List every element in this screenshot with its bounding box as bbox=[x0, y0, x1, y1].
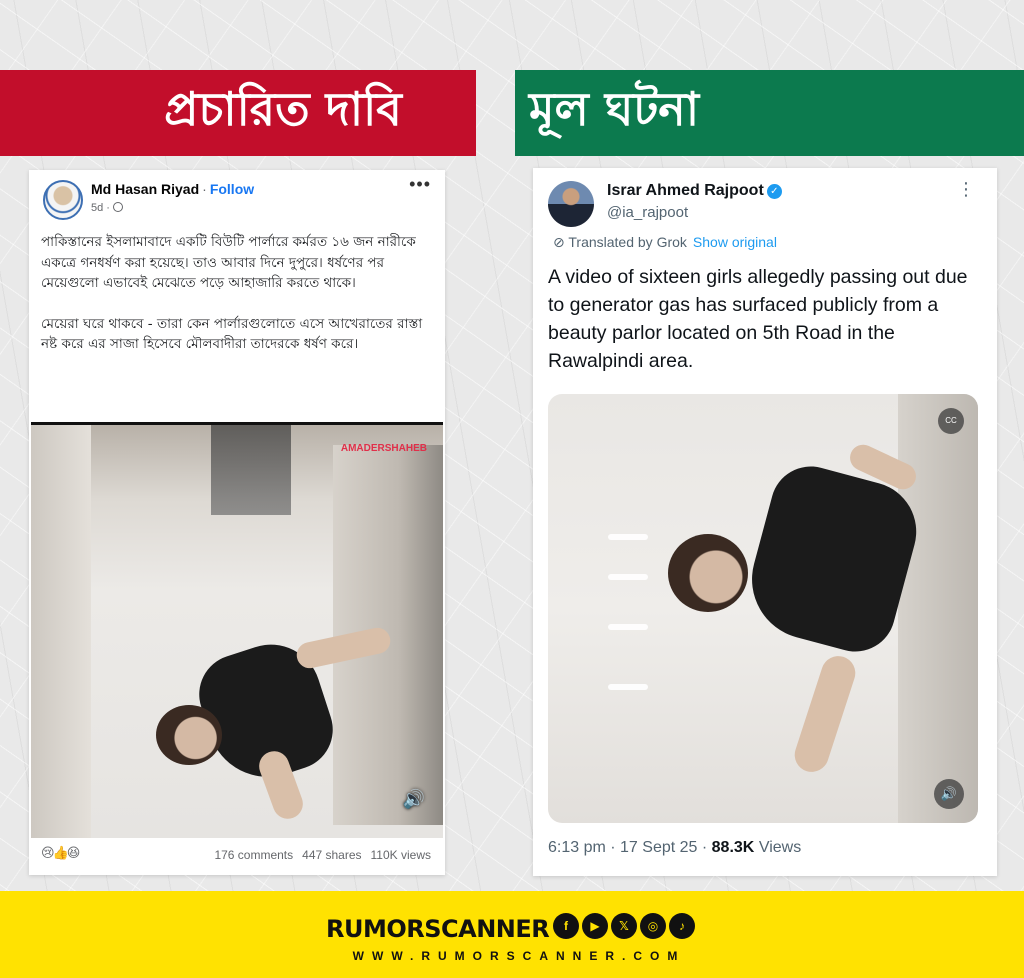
video-frame-wall bbox=[31, 425, 91, 838]
separator: · bbox=[202, 181, 207, 197]
floor-reflection bbox=[608, 574, 648, 580]
translated-label: Translated by Grok bbox=[568, 234, 687, 250]
post-paragraph: পাকিস্তানের ইসলামাবাদে একটি বিউটি পার্লা… bbox=[41, 234, 416, 291]
brand-logo: RUMORSCANNER bbox=[326, 915, 550, 943]
more-options-icon[interactable]: ••• bbox=[409, 174, 431, 195]
tweet-handle[interactable]: @ia_rajpoot bbox=[607, 204, 688, 221]
show-original-link[interactable]: Show original bbox=[693, 234, 777, 250]
reactions-icon[interactable]: 😢👍😆 bbox=[41, 845, 80, 861]
views-count: 110K views bbox=[370, 848, 431, 862]
tweet-text: A video of sixteen girls allegedly passi… bbox=[548, 266, 968, 372]
post-stats: 176 comments 447 shares 110K views bbox=[205, 848, 431, 862]
author-name[interactable]: Md Hasan Riyad bbox=[91, 181, 199, 197]
tweet-timestamp[interactable]: 6:13 pm · 17 Sept 25 · bbox=[548, 839, 707, 856]
tweet-card: Israr Ahmed Rajpoot ✓ @ia_rajpoot ⋮ ⊘ Tra… bbox=[533, 168, 997, 876]
avatar[interactable] bbox=[548, 181, 594, 227]
time-text: 5d · bbox=[91, 202, 110, 214]
tiktok-icon[interactable]: ♪ bbox=[669, 913, 695, 939]
follow-button[interactable]: Follow bbox=[210, 181, 254, 197]
more-options-icon[interactable]: ⋮ bbox=[957, 180, 975, 198]
captions-icon[interactable]: CC bbox=[938, 408, 964, 434]
volume-icon[interactable]: 🔊 bbox=[934, 779, 964, 809]
tweet-views-count: 88.3K bbox=[711, 839, 755, 856]
youtube-icon[interactable]: ▶ bbox=[582, 913, 608, 939]
video-frame-head bbox=[668, 534, 748, 612]
avatar[interactable] bbox=[43, 180, 83, 220]
instagram-icon[interactable]: ◎ bbox=[640, 913, 666, 939]
video-frame-arm bbox=[790, 651, 860, 777]
tweet-author-row: Israr Ahmed Rajpoot ✓ bbox=[607, 182, 782, 200]
translation-row: ⊘ Translated by Grok Show original bbox=[553, 234, 777, 251]
post-video[interactable]: AMADERSHAHEB 🔊 bbox=[31, 422, 443, 838]
video-frame-person bbox=[648, 434, 948, 794]
floor-reflection bbox=[608, 684, 648, 690]
shares-count[interactable]: 447 shares bbox=[302, 848, 361, 862]
floor-reflection bbox=[608, 534, 648, 540]
tweet-views-label: Views bbox=[758, 839, 802, 856]
x-icon[interactable]: 𝕏 bbox=[611, 913, 637, 939]
translate-icon: ⊘ bbox=[553, 234, 569, 250]
post-header: Md Hasan Riyad · Follow 5d · ••• bbox=[41, 174, 433, 224]
video-watermark: AMADERSHAHEB bbox=[340, 443, 427, 454]
tweet-meta: 6:13 pm · 17 Sept 25 · 88.3K Views bbox=[548, 839, 801, 857]
post-footer: 😢👍😆 176 comments 447 shares 110K views bbox=[41, 845, 431, 865]
fact-banner: মূল ঘটনা bbox=[515, 70, 1024, 156]
tweet-author-name[interactable]: Israr Ahmed Rajpoot bbox=[607, 182, 764, 199]
post-text: পাকিস্তানের ইসলামাবাদে একটি বিউটি পার্লা… bbox=[41, 232, 433, 355]
tweet-video[interactable]: CC 🔊 bbox=[548, 394, 978, 823]
footer: RUMORSCANNER f ▶ 𝕏 ◎ ♪ WWW.RUMORSCANNER.… bbox=[0, 891, 1024, 978]
author-row: Md Hasan Riyad · Follow bbox=[91, 181, 254, 197]
video-frame-person bbox=[146, 625, 393, 824]
globe-icon bbox=[112, 202, 123, 212]
facebook-post-card: Md Hasan Riyad · Follow 5d · ••• পাকিস্তান… bbox=[29, 170, 445, 875]
website-url[interactable]: WWW.RUMORSCANNER.COM bbox=[0, 949, 1024, 963]
verified-badge-icon: ✓ bbox=[766, 184, 782, 199]
volume-icon[interactable]: 🔊 bbox=[403, 789, 425, 810]
claim-banner: প্রচারিত দাবি bbox=[0, 70, 476, 156]
facebook-icon[interactable]: f bbox=[553, 913, 579, 939]
post-time[interactable]: 5d · bbox=[91, 202, 123, 214]
floor-reflection bbox=[608, 624, 648, 630]
post-paragraph: মেয়েরা ঘরে থাকবে - তারা কেন পার্লারগুলো… bbox=[41, 315, 423, 353]
video-frame-head bbox=[156, 705, 222, 765]
social-icons: f ▶ 𝕏 ◎ ♪ bbox=[553, 913, 695, 939]
video-frame-door bbox=[211, 425, 291, 515]
comments-count[interactable]: 176 comments bbox=[214, 848, 293, 862]
